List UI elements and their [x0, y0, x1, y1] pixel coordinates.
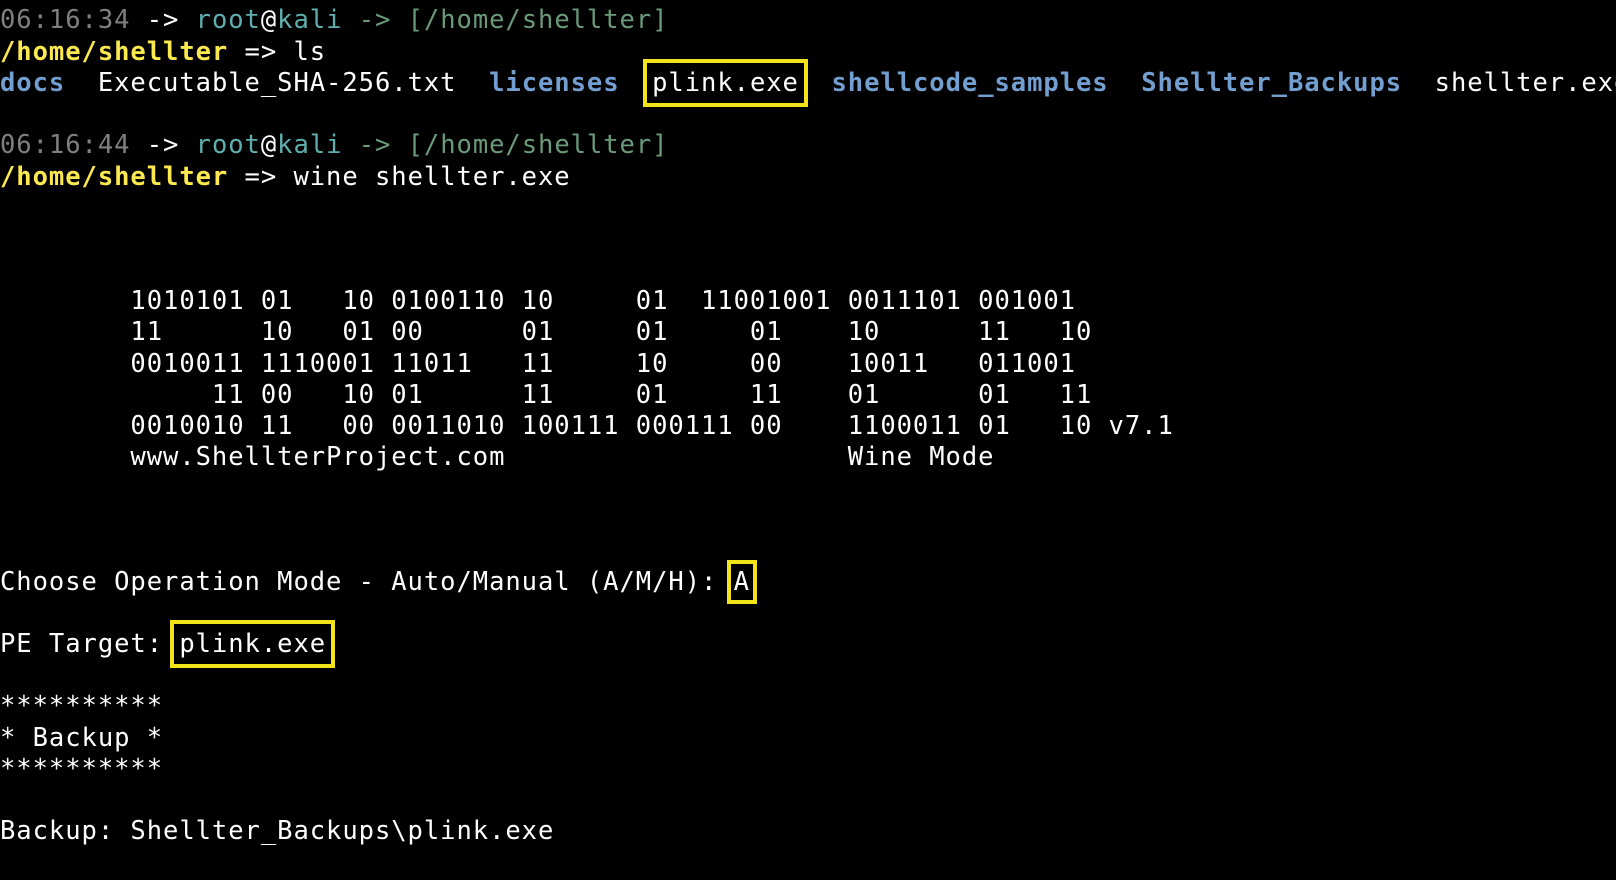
prompt-line-1: 06:16:34 -> root@kali -> [/home/shellter…: [0, 4, 668, 36]
operation-mode-prompt: Choose Operation Mode - Auto/Manual (A/M…: [0, 567, 734, 597]
prompt-line-2: 06:16:44 -> root@kali -> [/home/shellter…: [0, 129, 668, 161]
ls-entry-executable-sha: Executable_SHA-256.txt: [97, 68, 457, 98]
pe-target-prompt: PE Target:: [0, 629, 180, 659]
ls-entry-plink-highlighted: plink.exe: [643, 59, 808, 107]
command-text: wine shellter.exe: [293, 162, 571, 192]
prompt-host: kali: [277, 130, 343, 160]
command-text: ls: [293, 37, 327, 67]
operation-mode-answer: A: [726, 560, 758, 604]
backup-label: Backup:: [0, 816, 131, 846]
banner-line-4: 11 00 10 01 11 01 11 01 01 11: [0, 380, 1093, 410]
backup-border-top: **********: [0, 691, 164, 721]
pe-target-answer: plink.exe: [170, 620, 336, 668]
prompt-time: 06:16:34: [0, 5, 131, 35]
pe-target-line: PE Target: plink.exe: [0, 620, 336, 668]
prompt-at: @: [260, 130, 278, 160]
prompt-user: root: [195, 130, 261, 160]
prompt-cwd: /home/shellter: [0, 37, 229, 67]
backup-path-line: Backup: Shellter_Backups\plink.exe: [0, 815, 554, 847]
backup-title: * Backup *: [0, 723, 164, 753]
ls-output: docs Executable_SHA-256.txt licenses pli…: [0, 59, 1616, 107]
ls-entry-shellter-exe: shellter.exe: [1434, 68, 1616, 98]
backup-border-bottom: **********: [0, 754, 164, 784]
banner-line-1: 1010101 01 10 0100110 10 01 11001001 001…: [0, 286, 1076, 316]
prompt-arrow: ->: [130, 130, 196, 160]
ls-entry-licenses: licenses: [489, 68, 620, 98]
prompt-host: kali: [277, 5, 343, 35]
banner-website-line: www.ShellterProject.com Wine Mode: [0, 442, 995, 472]
operation-mode-line: Choose Operation Mode - Auto/Manual (A/M…: [0, 560, 758, 604]
prompt-separator: =>: [228, 37, 294, 67]
ls-entry-shellter-backups: Shellter_Backups: [1141, 68, 1403, 98]
command-line-2: /home/shellter => wine shellter.exe: [0, 161, 571, 193]
terminal-window[interactable]: 06:16:34 -> root@kali -> [/home/shellter…: [0, 0, 1616, 880]
prompt-path: [/home/shellter]: [407, 130, 669, 160]
prompt-path: [/home/shellter]: [407, 5, 669, 35]
prompt-arrow: ->: [342, 5, 408, 35]
banner-line-3: 0010011 1110001 11011 11 10 00 10011 011…: [0, 349, 1076, 379]
prompt-user: root: [195, 5, 261, 35]
prompt-separator: =>: [228, 162, 294, 192]
ls-entry-shellcode-samples: shellcode_samples: [831, 68, 1109, 98]
prompt-arrow: ->: [342, 130, 408, 160]
banner-line-2: 11 10 01 00 01 01 01 10 11 10: [0, 317, 1093, 347]
prompt-arrow: ->: [130, 5, 196, 35]
backup-path: Shellter_Backups\plink.exe: [130, 816, 555, 846]
prompt-cwd: /home/shellter: [0, 162, 229, 192]
command-line-1: /home/shellter => ls: [0, 36, 326, 68]
prompt-time: 06:16:44: [0, 130, 131, 160]
banner-line-5: 0010010 11 00 0011010 100111 000111 00 1…: [0, 411, 1174, 441]
ls-entry-docs: docs: [0, 68, 66, 98]
prompt-at: @: [260, 5, 278, 35]
